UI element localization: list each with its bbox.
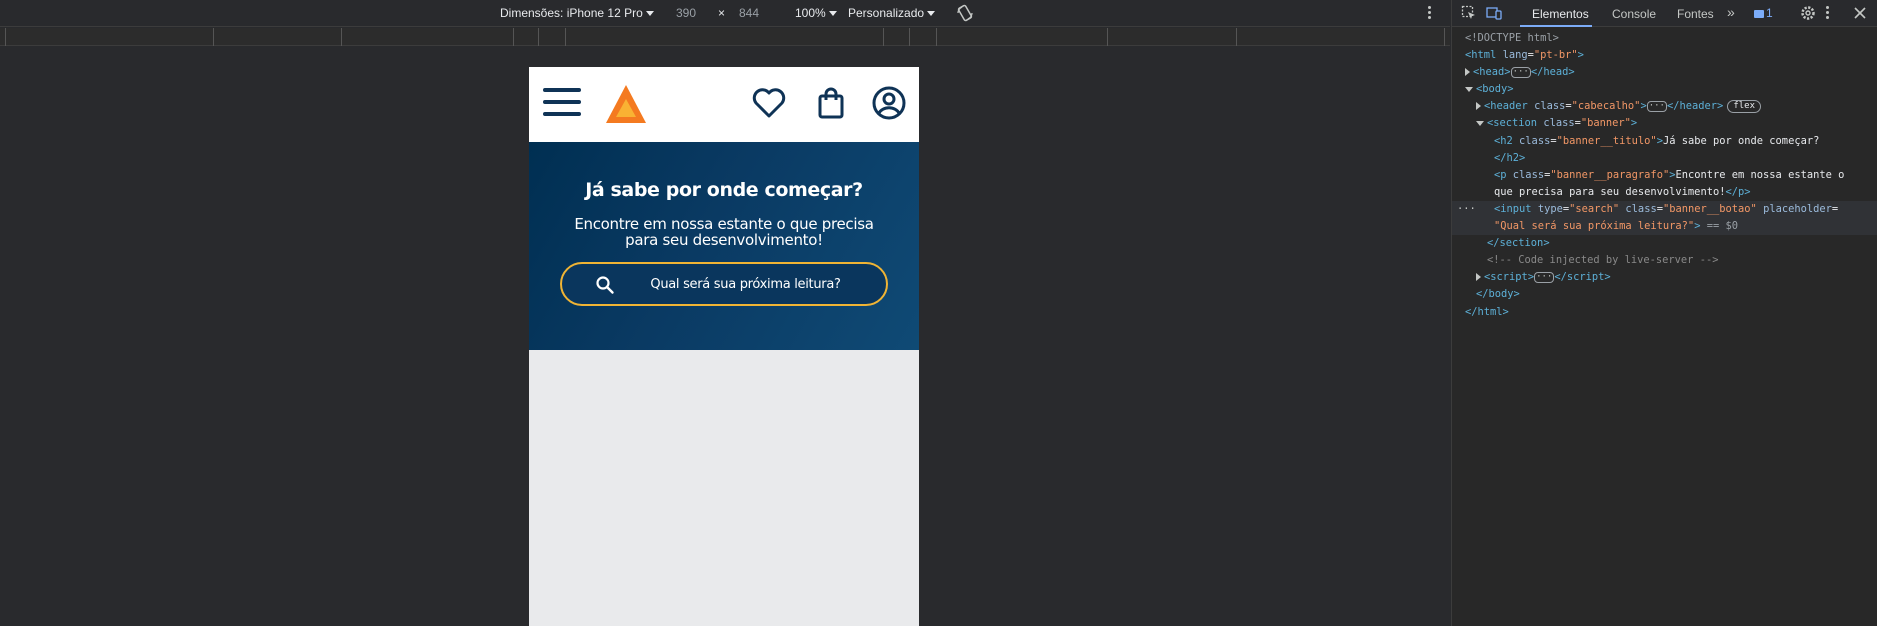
flex-badge[interactable]: flex	[1727, 99, 1761, 113]
viewport-width-input[interactable]: 390	[676, 6, 696, 20]
dimension-separator: ×	[718, 6, 726, 20]
dom-node-h2-close[interactable]: </h2>	[1452, 150, 1877, 167]
dom-node-h2[interactable]: <h2 class="banner__titulo">Já sabe por o…	[1452, 133, 1877, 150]
tab-console[interactable]: Console	[1612, 7, 1656, 21]
banner-section: Já sabe por onde começar? Encontre em no…	[529, 142, 919, 350]
expand-arrow-icon[interactable]	[1476, 102, 1481, 111]
shopping-bag-icon[interactable]	[813, 85, 849, 121]
ruler-segment[interactable]	[1107, 28, 1108, 46]
hamburger-icon[interactable]	[543, 88, 581, 116]
rotate-icon[interactable]	[956, 4, 974, 22]
device-toggle-icon[interactable]	[1486, 5, 1502, 21]
ruler-segment[interactable]	[538, 28, 539, 46]
dom-node-doctype[interactable]: <!DOCTYPE html>	[1452, 30, 1877, 47]
message-icon	[1754, 9, 1764, 18]
more-vert-icon[interactable]	[1825, 6, 1829, 22]
banner-title: Já sabe por onde começar?	[585, 179, 863, 201]
dom-node-section-close[interactable]: </section>	[1452, 235, 1877, 252]
dom-node-head[interactable]: <head> ··· </head>	[1452, 64, 1877, 81]
ruler-segment[interactable]	[909, 28, 910, 46]
tab-elements[interactable]: Elementos	[1532, 7, 1589, 21]
expand-arrow-icon[interactable]	[1476, 273, 1481, 282]
dom-node-body[interactable]: <body>	[1452, 81, 1877, 98]
chevron-down-icon	[927, 11, 936, 17]
ruler-segment[interactable]	[5, 28, 6, 46]
dom-node-body-close[interactable]: </body>	[1452, 286, 1877, 303]
devtools-panel: Elementos Console Fontes » 1 <!DOCTYPE h…	[1451, 0, 1877, 626]
heart-icon[interactable]	[751, 85, 787, 121]
viewport-height-input[interactable]: 844	[739, 6, 759, 20]
ruler-segment[interactable]	[341, 28, 342, 46]
dom-node-header[interactable]: <header class="cabecalho"> ··· </header> fl…	[1452, 98, 1877, 115]
ellipsis-icon[interactable]: ···	[1510, 66, 1531, 78]
media-query-ruler	[0, 28, 1450, 46]
search-bar[interactable]	[560, 262, 888, 306]
site-header	[529, 67, 919, 142]
triangle-logo-icon[interactable]	[604, 83, 648, 125]
dom-tree: <!DOCTYPE html> <html lang="pt-br"> <hea…	[1452, 30, 1877, 321]
ruler-segment[interactable]	[883, 28, 884, 46]
device-viewport: Já sabe por onde começar? Encontre em no…	[0, 47, 1450, 626]
devtools-tabbar: Elementos Console Fontes » 1	[1452, 0, 1877, 27]
dom-node-comment[interactable]: <!-- Code injected by live-server -->	[1452, 252, 1877, 269]
active-tab-indicator	[1520, 25, 1592, 27]
dom-node-html-close[interactable]: </html>	[1452, 304, 1877, 321]
issues-count: 1	[1766, 6, 1773, 20]
dom-node-p[interactable]: <p class="banner__paragrafo">Encontre em…	[1452, 167, 1877, 184]
ellipsis-icon[interactable]: ···	[1646, 100, 1667, 112]
throttle-value: Personalizado	[848, 6, 925, 20]
dom-node-section[interactable]: <section class="banner">	[1452, 115, 1877, 132]
user-circle-icon[interactable]	[871, 85, 907, 121]
emulated-page: Já sabe por onde começar? Encontre em no…	[529, 67, 919, 626]
ruler-segment[interactable]	[213, 28, 214, 46]
collapse-arrow-icon[interactable]	[1465, 86, 1473, 92]
tab-sources[interactable]: Fontes	[1677, 7, 1714, 21]
banner-paragraph: Encontre em nossa estante o que precisa …	[574, 215, 874, 249]
ruler-segment[interactable]	[565, 28, 566, 46]
selected-marker: == $0	[1706, 220, 1738, 233]
chevron-down-icon	[828, 11, 837, 17]
dom-node-html[interactable]: <html lang="pt-br">	[1452, 47, 1877, 64]
expand-arrow-icon[interactable]	[1465, 68, 1470, 77]
more-tabs-icon[interactable]: »	[1727, 4, 1735, 20]
chevron-down-icon	[645, 11, 654, 17]
more-horiz-icon[interactable]: ···	[1457, 201, 1476, 218]
dom-node-script[interactable]: <script> ··· </script>	[1452, 269, 1877, 286]
search-input[interactable]	[632, 264, 872, 304]
device-toolbar: Dimensões: iPhone 12 Pro 390 × 844 100% …	[0, 0, 1450, 27]
collapse-arrow-icon[interactable]	[1476, 120, 1484, 126]
ruler-segment[interactable]	[936, 28, 937, 46]
throttle-selector[interactable]: Personalizado	[848, 6, 936, 20]
dom-node-input-cont[interactable]: "Qual será sua próxima leitura?"> == $0	[1452, 218, 1877, 236]
close-icon[interactable]	[1852, 5, 1868, 21]
ruler-segment[interactable]	[513, 28, 514, 46]
ruler-segment[interactable]	[1444, 28, 1445, 46]
zoom-value: 100%	[795, 6, 826, 20]
search-icon	[596, 276, 614, 294]
ellipsis-icon[interactable]: ···	[1534, 271, 1555, 283]
gear-icon[interactable]	[1800, 5, 1816, 21]
ruler-segment[interactable]	[1236, 28, 1237, 46]
zoom-selector[interactable]: 100%	[795, 6, 837, 20]
issues-badge[interactable]: 1	[1754, 6, 1773, 20]
dom-node-p-cont[interactable]: que precisa para seu desenvolvimento!</p…	[1452, 184, 1877, 201]
more-vert-icon[interactable]	[1427, 6, 1431, 22]
inspect-element-icon[interactable]	[1461, 5, 1477, 21]
device-selector[interactable]: Dimensões: iPhone 12 Pro	[500, 6, 654, 20]
device-dimensions-label: Dimensões: iPhone 12 Pro	[500, 6, 643, 20]
dom-node-input-selected[interactable]: ··· <input type="search" class="banner__…	[1452, 200, 1877, 219]
